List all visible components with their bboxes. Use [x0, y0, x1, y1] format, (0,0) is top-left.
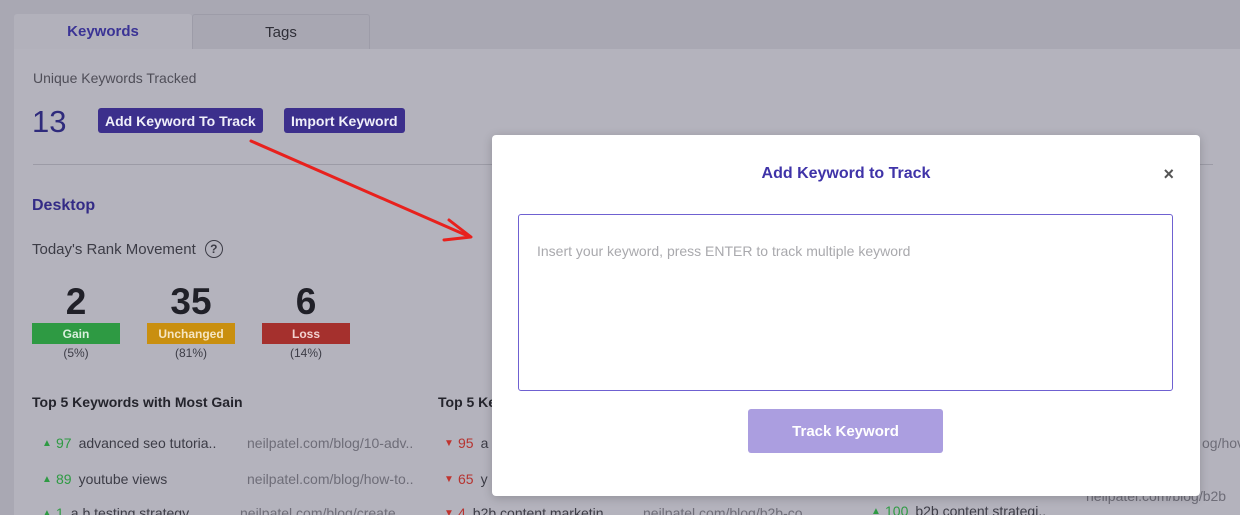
add-keyword-modal: Add Keyword to Track × Track Keyword — [492, 135, 1200, 496]
modal-title: Add Keyword to Track — [761, 165, 931, 182]
track-keyword-button[interactable]: Track Keyword — [748, 409, 943, 453]
close-icon[interactable]: × — [1163, 164, 1174, 185]
keyword-input[interactable] — [518, 214, 1173, 391]
